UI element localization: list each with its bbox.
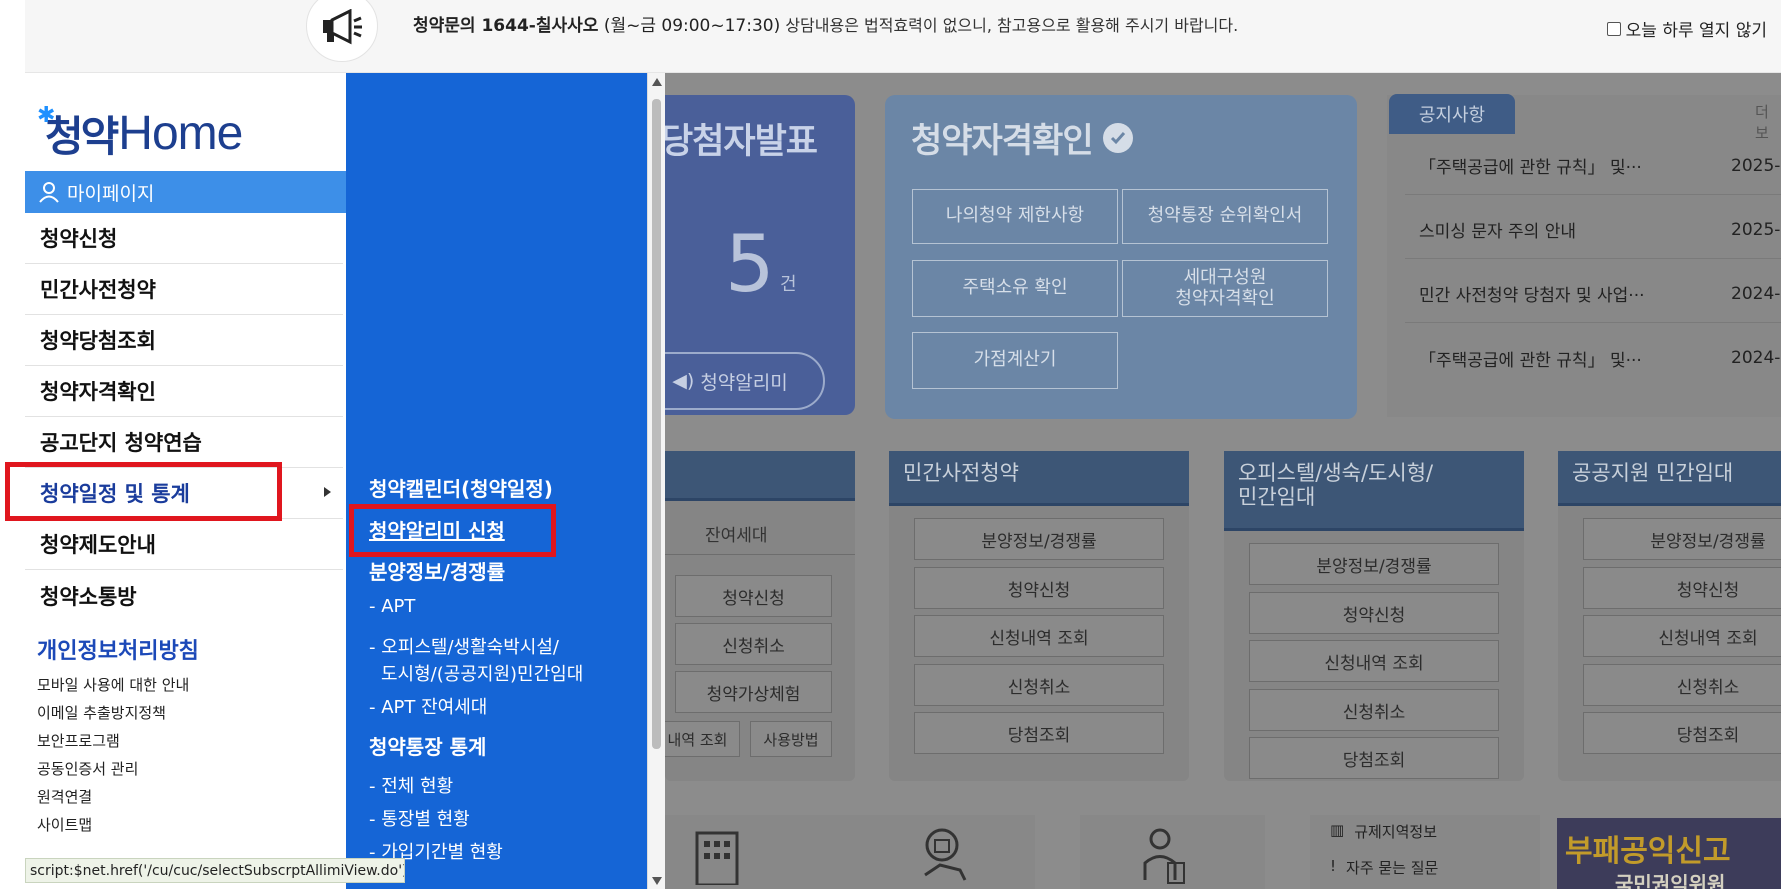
megaphone-icon bbox=[306, 0, 378, 62]
exclamation-icon: ! bbox=[1330, 857, 1337, 875]
allimi-pill-button[interactable]: ◀) 청약알리미 bbox=[665, 352, 825, 410]
building-icon bbox=[695, 831, 739, 885]
hide-today-checkbox[interactable]: 오늘 하루 열지 않기 bbox=[1606, 16, 1767, 41]
history-lookup-button[interactable]: 내역 조회 bbox=[665, 721, 740, 757]
scroll-thumb[interactable] bbox=[652, 99, 661, 749]
email-policy-link[interactable]: 이메일 추출방지정책 bbox=[37, 699, 189, 727]
star-icon: ✱ bbox=[37, 103, 56, 128]
col3-button[interactable]: 신청취소 bbox=[1583, 664, 1781, 706]
submenu-apt-remain[interactable]: - APT 잔여세대 bbox=[369, 693, 487, 719]
menu-item-winner-lookup[interactable]: 청약당첨조회 bbox=[25, 315, 343, 366]
notice-row[interactable]: 「주택공급에 관한 규칙」 및··· 2024- bbox=[1405, 329, 1781, 387]
quick-links-box: ▥ 규제지역정보 ! 자주 묻는 질문 bbox=[1310, 815, 1540, 889]
col3-button[interactable]: 분양정보/경쟁률 bbox=[1583, 518, 1781, 560]
security-program-link[interactable]: 보안프로그램 bbox=[37, 727, 189, 755]
col1-button[interactable]: 당첨조회 bbox=[914, 712, 1164, 754]
faq-link[interactable]: ! 자주 묻는 질문 bbox=[1330, 857, 1438, 878]
submenu-panel: 청약캘린더(청약일정) 청약알리미 신청 분양정보/경쟁률 - APT - 오피… bbox=[346, 73, 665, 889]
sidebar: ✱ 청약 Home 마이페이지 청약신청 민간사전청약 청약당첨조회 청약자격확인… bbox=[25, 73, 346, 889]
apt-cancel-button[interactable]: 신청취소 bbox=[675, 623, 832, 665]
apt-column: 잔여세대 청약신청 신청취소 청약가상체험 내역 조회 사용방법 bbox=[665, 451, 855, 781]
quick-link-tile[interactable] bbox=[850, 815, 1035, 889]
menu-item-communication[interactable]: 청약소통방 bbox=[25, 570, 343, 621]
col2-button[interactable]: 신청내역 조회 bbox=[1249, 640, 1499, 682]
col1-button[interactable]: 분양정보/경쟁률 bbox=[914, 518, 1164, 560]
person-document-icon bbox=[1143, 828, 1185, 884]
speaker-icon: ◀) bbox=[672, 370, 695, 392]
certificate-link[interactable]: 공동인증서 관리 bbox=[37, 755, 189, 783]
usage-guide-button[interactable]: 사용방법 bbox=[750, 721, 832, 757]
notice-row[interactable]: 「주택공급에 관한 규칙」 및··· 2025- bbox=[1405, 137, 1781, 195]
col2-button[interactable]: 분양정보/경쟁률 bbox=[1249, 543, 1499, 585]
winner-count: 5 bbox=[725, 220, 775, 310]
menu-item-qualification[interactable]: 청약자격확인 bbox=[25, 366, 343, 417]
submenu-officetel[interactable]: - 오피스텔/생활숙박시설/ bbox=[369, 633, 559, 659]
col3-button[interactable]: 신청내역 조회 bbox=[1583, 615, 1781, 657]
col1-button[interactable]: 신청취소 bbox=[914, 664, 1164, 706]
top-notice-bar: 청약문의 1644-칠사사오 (월~금 09:00~17:30) 상담내용은 법… bbox=[25, 0, 1781, 73]
notice-row[interactable]: 스미싱 문자 주의 안내 2025- bbox=[1405, 201, 1781, 259]
main-content-dimmed: 당첨자발표 5 건 ◀) 청약알리미 청약자격확인 나의청약 제한사항 청약통장… bbox=[665, 73, 1781, 889]
submenu-allimi[interactable]: 청약알리미 신청 bbox=[369, 515, 505, 544]
main-menu: 청약신청 민간사전청약 청약당첨조회 청약자격확인 공고단지 청약연습 청약일정… bbox=[25, 213, 346, 621]
score-calculator-button[interactable]: 가점계산기 bbox=[912, 332, 1118, 389]
col2-button[interactable]: 청약신청 bbox=[1249, 592, 1499, 634]
tab-notice[interactable]: 공지사항 bbox=[1389, 94, 1515, 134]
col1-button[interactable]: 청약신청 bbox=[914, 567, 1164, 609]
col1-button[interactable]: 신청내역 조회 bbox=[914, 615, 1164, 657]
scroll-up-icon[interactable] bbox=[652, 78, 662, 86]
column-title: 오피스텔/생숙/도시형/ 민간임대 bbox=[1224, 451, 1524, 531]
checkbox-icon[interactable] bbox=[1606, 21, 1621, 36]
public-rental-column: 공공지원 민간임대 분양정보/경쟁률 청약신청 신청내역 조회 신청취소 당첨조… bbox=[1558, 451, 1781, 781]
notice-row[interactable]: 민간 사전청약 당첨자 및 사업··· 2024- bbox=[1405, 265, 1781, 323]
virtual-experience-button[interactable]: 청약가상체험 bbox=[675, 671, 832, 713]
chevron-right-icon bbox=[324, 487, 331, 497]
notice-text: 청약문의 1644-칠사사오 (월~금 09:00~17:30) 상담내용은 법… bbox=[413, 16, 1239, 36]
check-circle-icon bbox=[1102, 122, 1133, 153]
submenu-calendar[interactable]: 청약캘린더(청약일정) bbox=[369, 473, 553, 502]
officetel-column: 오피스텔/생숙/도시형/ 민간임대 분양정보/경쟁률 청약신청 신청내역 조회 … bbox=[1224, 451, 1524, 781]
col3-button[interactable]: 청약신청 bbox=[1583, 567, 1781, 609]
menu-item-system-guide[interactable]: 청약제도안내 bbox=[25, 519, 343, 570]
household-qualification-button[interactable]: 세대구성원 청약자격확인 bbox=[1122, 260, 1328, 317]
remote-connection-link[interactable]: 원격연결 bbox=[37, 783, 189, 811]
book-icon: ▥ bbox=[1330, 821, 1345, 839]
submenu-all-status[interactable]: - 전체 현황 bbox=[369, 772, 453, 798]
quick-link-tile[interactable] bbox=[665, 815, 855, 889]
site-logo[interactable]: ✱ 청약 Home bbox=[37, 103, 243, 163]
submenu-by-account[interactable]: - 통장별 현황 bbox=[369, 805, 470, 831]
menu-item-private-presale[interactable]: 민간사전청약 bbox=[25, 264, 343, 315]
rank-certificate-button[interactable]: 청약통장 순위확인서 bbox=[1122, 189, 1328, 244]
quick-link-tile[interactable] bbox=[1080, 815, 1265, 889]
winner-announcement-card[interactable]: 당첨자발표 5 건 ◀) 청약알리미 bbox=[665, 95, 855, 415]
mypage-button[interactable]: 마이페이지 bbox=[25, 171, 346, 213]
menu-item-apply[interactable]: 청약신청 bbox=[25, 213, 343, 264]
submenu-scrollbar[interactable] bbox=[647, 73, 665, 889]
apt-apply-button[interactable]: 청약신청 bbox=[675, 575, 832, 617]
col2-button[interactable]: 당첨조회 bbox=[1249, 737, 1499, 779]
scroll-down-icon[interactable] bbox=[652, 877, 662, 885]
col2-button[interactable]: 신청취소 bbox=[1249, 689, 1499, 731]
house-ownership-button[interactable]: 주택소유 확인 bbox=[912, 260, 1118, 317]
my-restrictions-button[interactable]: 나의청약 제한사항 bbox=[912, 189, 1118, 244]
browser-status-bar: script:$net.href('/cu/cuc/selectSubscrpt… bbox=[25, 858, 405, 883]
house-hand-icon bbox=[924, 828, 967, 881]
col3-button[interactable]: 당첨조회 bbox=[1583, 712, 1781, 754]
submenu-officetel-cont[interactable]: 도시형/(공공지원)민간임대 bbox=[381, 660, 583, 686]
user-icon bbox=[39, 182, 59, 203]
menu-item-schedule-stats[interactable]: 청약일정 및 통계 bbox=[25, 468, 343, 519]
private-presale-column: 민간사전청약 분양정보/경쟁률 청약신청 신청내역 조회 신청취소 당첨조회 bbox=[889, 451, 1189, 781]
submenu-bunyang[interactable]: 분양정보/경쟁률 bbox=[369, 556, 505, 585]
privacy-policy-link[interactable]: 개인정보처리방침 bbox=[37, 633, 199, 665]
column-title: 공공지원 민간임대 bbox=[1558, 451, 1781, 506]
footer-links: 모바일 사용에 대한 안내 이메일 추출방지정책 보안프로그램 공동인증서 관리… bbox=[37, 671, 189, 839]
submenu-apt[interactable]: - APT bbox=[369, 596, 415, 617]
mobile-guide-link[interactable]: 모바일 사용에 대한 안내 bbox=[37, 671, 189, 699]
regulation-area-link[interactable]: ▥ 규제지역정보 bbox=[1330, 821, 1437, 842]
anticorruption-banner[interactable]: 부패공익신고 국민권익위원 bbox=[1557, 818, 1781, 889]
column-title: 민간사전청약 bbox=[889, 451, 1189, 506]
sitemap-link[interactable]: 사이트맵 bbox=[37, 811, 189, 839]
submenu-stats[interactable]: 청약통장 통계 bbox=[369, 731, 486, 760]
menu-item-practice[interactable]: 공고단지 청약연습 bbox=[25, 417, 343, 468]
